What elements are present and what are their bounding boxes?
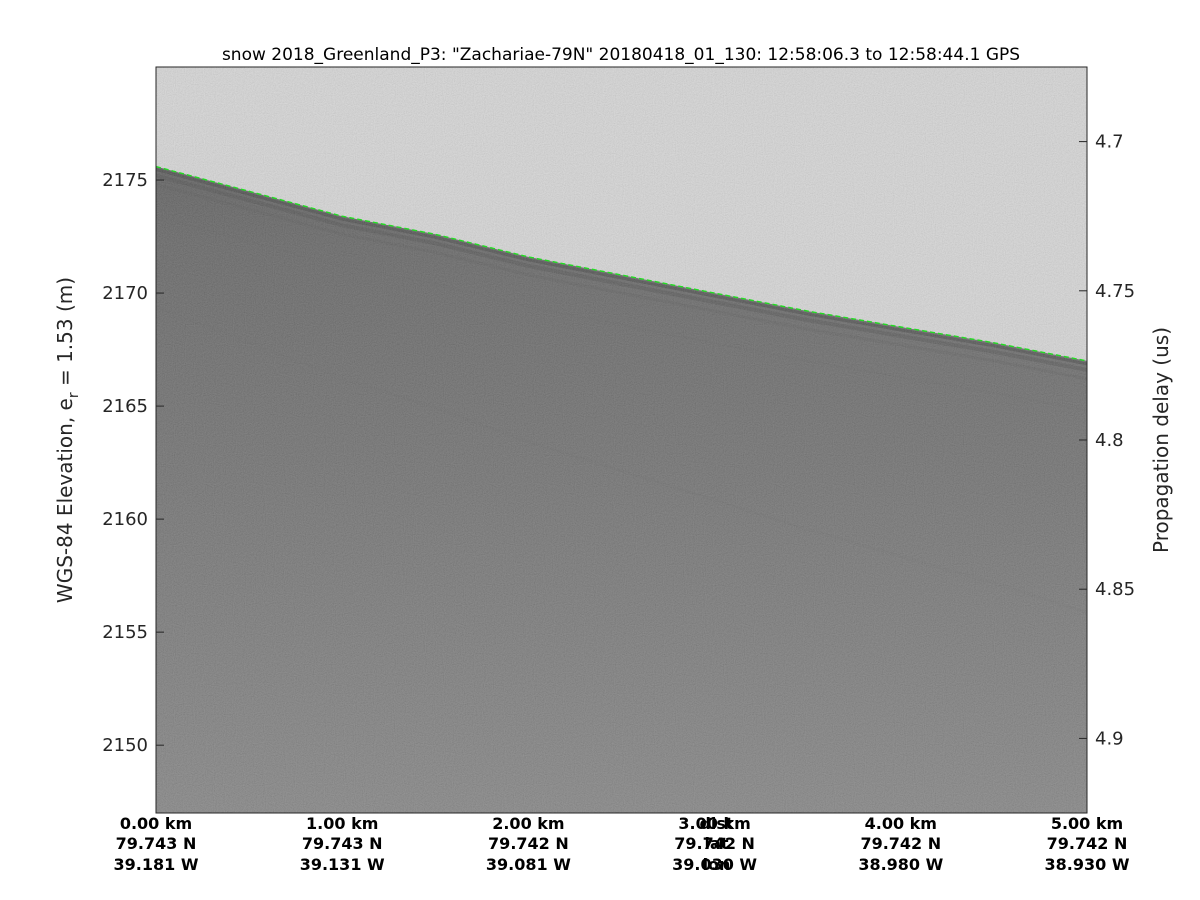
x-lon-label: 38.930 W (1045, 855, 1130, 874)
right-axis-label: Propagation delay (us) (1149, 327, 1173, 553)
x-lat-label: 79.743 N (302, 834, 383, 853)
right-tick-label: 4.7 (1095, 132, 1124, 153)
x-lat-label: 79.743 N (116, 834, 197, 853)
x-lat-label: 79.742 N (488, 834, 569, 853)
left-tick-label: 2160 (102, 509, 148, 530)
x-dist-label: 4.00 km (865, 814, 937, 833)
bottom-position-labels: 0.00 km79.743 N39.181 W1.00 km79.743 N39… (114, 814, 1130, 874)
x-lon-label: 39.081 W (486, 855, 571, 874)
plot-area (156, 67, 1087, 813)
x-dist-label: 2.00 km (492, 814, 564, 833)
left-axis-label: WGS-84 Elevation, er = 1.53 (m) (53, 277, 82, 603)
left-y-axis: 2150 2155 2160 2165 2170 2175 (102, 170, 164, 756)
right-tick-label: 4.8 (1095, 430, 1124, 451)
x-dist-label: 0.00 km (120, 814, 192, 833)
speckle-texture (156, 67, 1087, 813)
right-tick-label: 4.9 (1095, 728, 1124, 749)
left-tick-label: 2150 (102, 735, 148, 756)
x-dist-label: 5.00 km (1051, 814, 1123, 833)
x-row-title: lon (703, 855, 731, 874)
x-lon-label: 39.181 W (114, 855, 199, 874)
x-row-title: lat (705, 834, 729, 853)
left-tick-label: 2155 (102, 622, 148, 643)
x-dist-label: 1.00 km (306, 814, 378, 833)
x-lon-label: 39.131 W (300, 855, 385, 874)
right-tick-label: 4.75 (1095, 281, 1135, 302)
x-lat-label: 79.742 N (860, 834, 941, 853)
x-lat-label: 79.742 N (1047, 834, 1128, 853)
left-tick-label: 2165 (102, 396, 148, 417)
x-row-title: dist (699, 814, 733, 833)
left-tick-label: 2170 (102, 283, 148, 304)
chart-title: snow 2018_Greenland_P3: "Zachariae-79N" … (222, 45, 1020, 65)
right-tick-label: 4.85 (1095, 579, 1135, 600)
left-tick-label: 2175 (102, 170, 148, 191)
radar-echogram-figure: snow 2018_Greenland_P3: "Zachariae-79N" … (53, 45, 1173, 874)
x-lon-label: 38.980 W (858, 855, 943, 874)
